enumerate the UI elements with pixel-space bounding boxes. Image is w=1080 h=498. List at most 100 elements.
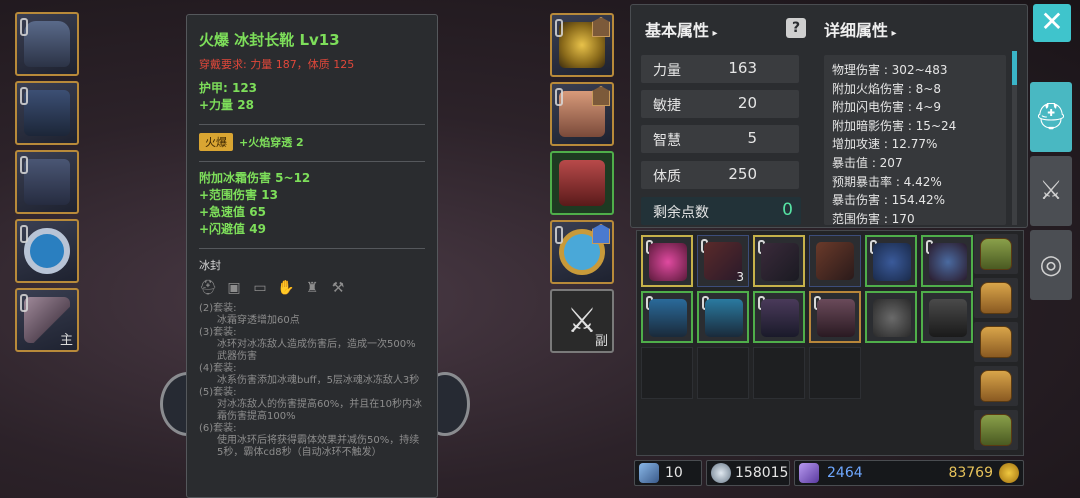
- affix-stat: +火焰穿透 2: [239, 135, 304, 149]
- bag-tab-3[interactable]: [974, 322, 1018, 362]
- inventory-cell[interactable]: [641, 235, 693, 287]
- basic-stats-header[interactable]: 基本属性 ▸: [645, 17, 718, 41]
- inventory-cell[interactable]: [921, 291, 973, 343]
- bag-tab-2[interactable]: [974, 278, 1018, 318]
- crossed-swords-icon: ⚔: [1039, 176, 1063, 206]
- equip-slot-boots[interactable]: [550, 151, 614, 215]
- stat-key: 智慧: [653, 133, 681, 149]
- reset-stats-icon[interactable]: ?: [786, 18, 806, 38]
- affix-tag: 火爆: [199, 133, 233, 151]
- inventory-cell[interactable]: [865, 235, 917, 287]
- set-bonus-desc: 冰霜穿透增加60点: [217, 315, 300, 326]
- tab-targets[interactable]: ◎: [1030, 230, 1072, 300]
- set-bonus: (2)套装: 冰霜穿透增加60点 (3)套装: 冰环对冰冻敌人造成伤害后，造成一…: [199, 303, 425, 459]
- inventory-cell[interactable]: [809, 235, 861, 287]
- equip-slot-gloves[interactable]: [550, 82, 614, 146]
- base-stat: +力量 28: [199, 98, 254, 112]
- lock-chain-icon: [555, 88, 563, 106]
- scroll-count: 10: [665, 465, 683, 481]
- tab-skills[interactable]: ⚔: [1030, 156, 1072, 226]
- item-tooltip: 火爆 冰封长靴 Lv13 穿戴要求: 力量 187，体质 125 护甲: 123…: [186, 14, 438, 498]
- detail-stats-list[interactable]: 物理伤害 : 302~483 附加火焰伤害 : 8~8 附加闪电伤害 : 4~9…: [824, 55, 1006, 225]
- equip-slot-offhand[interactable]: ⚔ 副: [550, 289, 614, 353]
- detail-scrollbar[interactable]: [1012, 51, 1017, 225]
- divider: [199, 248, 425, 249]
- stack-count: 3: [736, 270, 744, 284]
- detail-stat: 附加火焰伤害 : 8~8: [832, 81, 941, 96]
- equip-slot-chest[interactable]: [15, 12, 79, 76]
- slot-label: 副: [594, 334, 608, 349]
- detail-stat: 附加暗影伤害 : 15~24: [832, 118, 957, 133]
- detail-stat: 范围伤害 : 170: [832, 211, 915, 225]
- extra-stat: +闪避值 49: [199, 222, 266, 236]
- inventory-cell[interactable]: 3: [697, 235, 749, 287]
- equip-slot-mainhand[interactable]: 主: [15, 288, 79, 352]
- backpack-icon: [980, 282, 1012, 314]
- lock-chain-icon: [20, 87, 28, 105]
- extra-stat: 附加冰霜伤害 5~12: [199, 171, 311, 185]
- basic-stats-title: 基本属性: [645, 21, 710, 40]
- detail-stat: 暴击伤害 : 154.42%: [832, 193, 946, 208]
- boots-icon: ♜: [305, 280, 319, 296]
- bag-tab-4[interactable]: [974, 366, 1018, 406]
- monster-head-icon: [649, 243, 687, 281]
- inventory-cell-empty[interactable]: [753, 347, 805, 399]
- detail-stats-header[interactable]: 详细属性 ▸: [824, 17, 897, 41]
- inventory-cell-empty[interactable]: [641, 347, 693, 399]
- equip-slot-legs[interactable]: [15, 150, 79, 214]
- inventory-cell[interactable]: [641, 291, 693, 343]
- cloak-icon: [705, 299, 743, 337]
- detail-stats-title: 详细属性: [824, 21, 889, 40]
- inventory-cell[interactable]: [753, 235, 805, 287]
- glove-icon: ✋: [277, 280, 295, 296]
- boots-icon: [559, 160, 605, 206]
- caret-icon: ▸: [709, 28, 718, 39]
- caret-icon: ▸: [888, 28, 897, 39]
- helmet-icon: [873, 243, 911, 281]
- close-button[interactable]: ✕: [1033, 4, 1071, 42]
- inventory-cell-empty[interactable]: [809, 347, 861, 399]
- tab-equipment[interactable]: ⛑: [1030, 82, 1072, 152]
- inventory-cell[interactable]: [921, 235, 973, 287]
- equip-slot-helmet[interactable]: [550, 13, 614, 77]
- detail-stat: 暴击值 : 207: [832, 155, 903, 170]
- inventory-cell[interactable]: [809, 291, 861, 343]
- lock-chain-icon: [555, 226, 563, 244]
- backpack-icon: [980, 414, 1012, 446]
- gem-gold-currency: 2464 83769: [794, 460, 1024, 486]
- gold-coin-icon: [999, 463, 1019, 483]
- equip-slot-cloak[interactable]: [15, 81, 79, 145]
- divider: [199, 124, 425, 125]
- inventory-cell-empty[interactable]: [697, 347, 749, 399]
- stat-value: 250: [728, 165, 757, 183]
- stat-key: 力量: [653, 63, 681, 79]
- backpack-icon: [980, 238, 1012, 270]
- bag-tab-1[interactable]: [974, 234, 1018, 274]
- stat-row-remaining-points: 剩余点数 0: [641, 197, 801, 225]
- backpack-icon: [980, 370, 1012, 402]
- inventory-cell[interactable]: [753, 291, 805, 343]
- detail-stat: 增加攻速 : 12.77%: [832, 137, 938, 152]
- close-icon: ✕: [1040, 5, 1064, 38]
- scroll-thumb[interactable]: [1012, 51, 1017, 85]
- equip-slot-ring[interactable]: [15, 219, 79, 283]
- inventory-cell[interactable]: [697, 291, 749, 343]
- axe-icon: ⚒: [331, 280, 345, 296]
- stat-row-agility: 敏捷 20: [641, 90, 799, 118]
- helmet-icon: ⛑: [1034, 102, 1068, 132]
- helmet-icon: ⛑: [199, 280, 217, 296]
- currency-bar: 10 158015 2464 83769: [634, 460, 1024, 486]
- ring-icon: [24, 228, 70, 274]
- silver-icon: [711, 463, 731, 483]
- chest-armor-icon: [24, 21, 70, 67]
- bag-tab-5[interactable]: [974, 410, 1018, 450]
- rank-badge-icon: [592, 224, 610, 244]
- lock-chain-icon: [20, 156, 28, 174]
- set-bonus-desc: 冰系伤害添加冰魂buff，5层冰魂冰冻敌人3秒: [217, 375, 420, 386]
- inventory-cell[interactable]: [865, 291, 917, 343]
- equip-slot-amulet[interactable]: [550, 220, 614, 284]
- lock-chain-icon: [20, 294, 28, 312]
- extra-stat: +急速值 65: [199, 205, 266, 219]
- slot-label: 主: [59, 333, 73, 348]
- set-bonus-desc: 使用冰环后将获得霸体效果并减伤50%，持续5秒，霸体cd8秒（自动冰环不触发）: [217, 435, 420, 458]
